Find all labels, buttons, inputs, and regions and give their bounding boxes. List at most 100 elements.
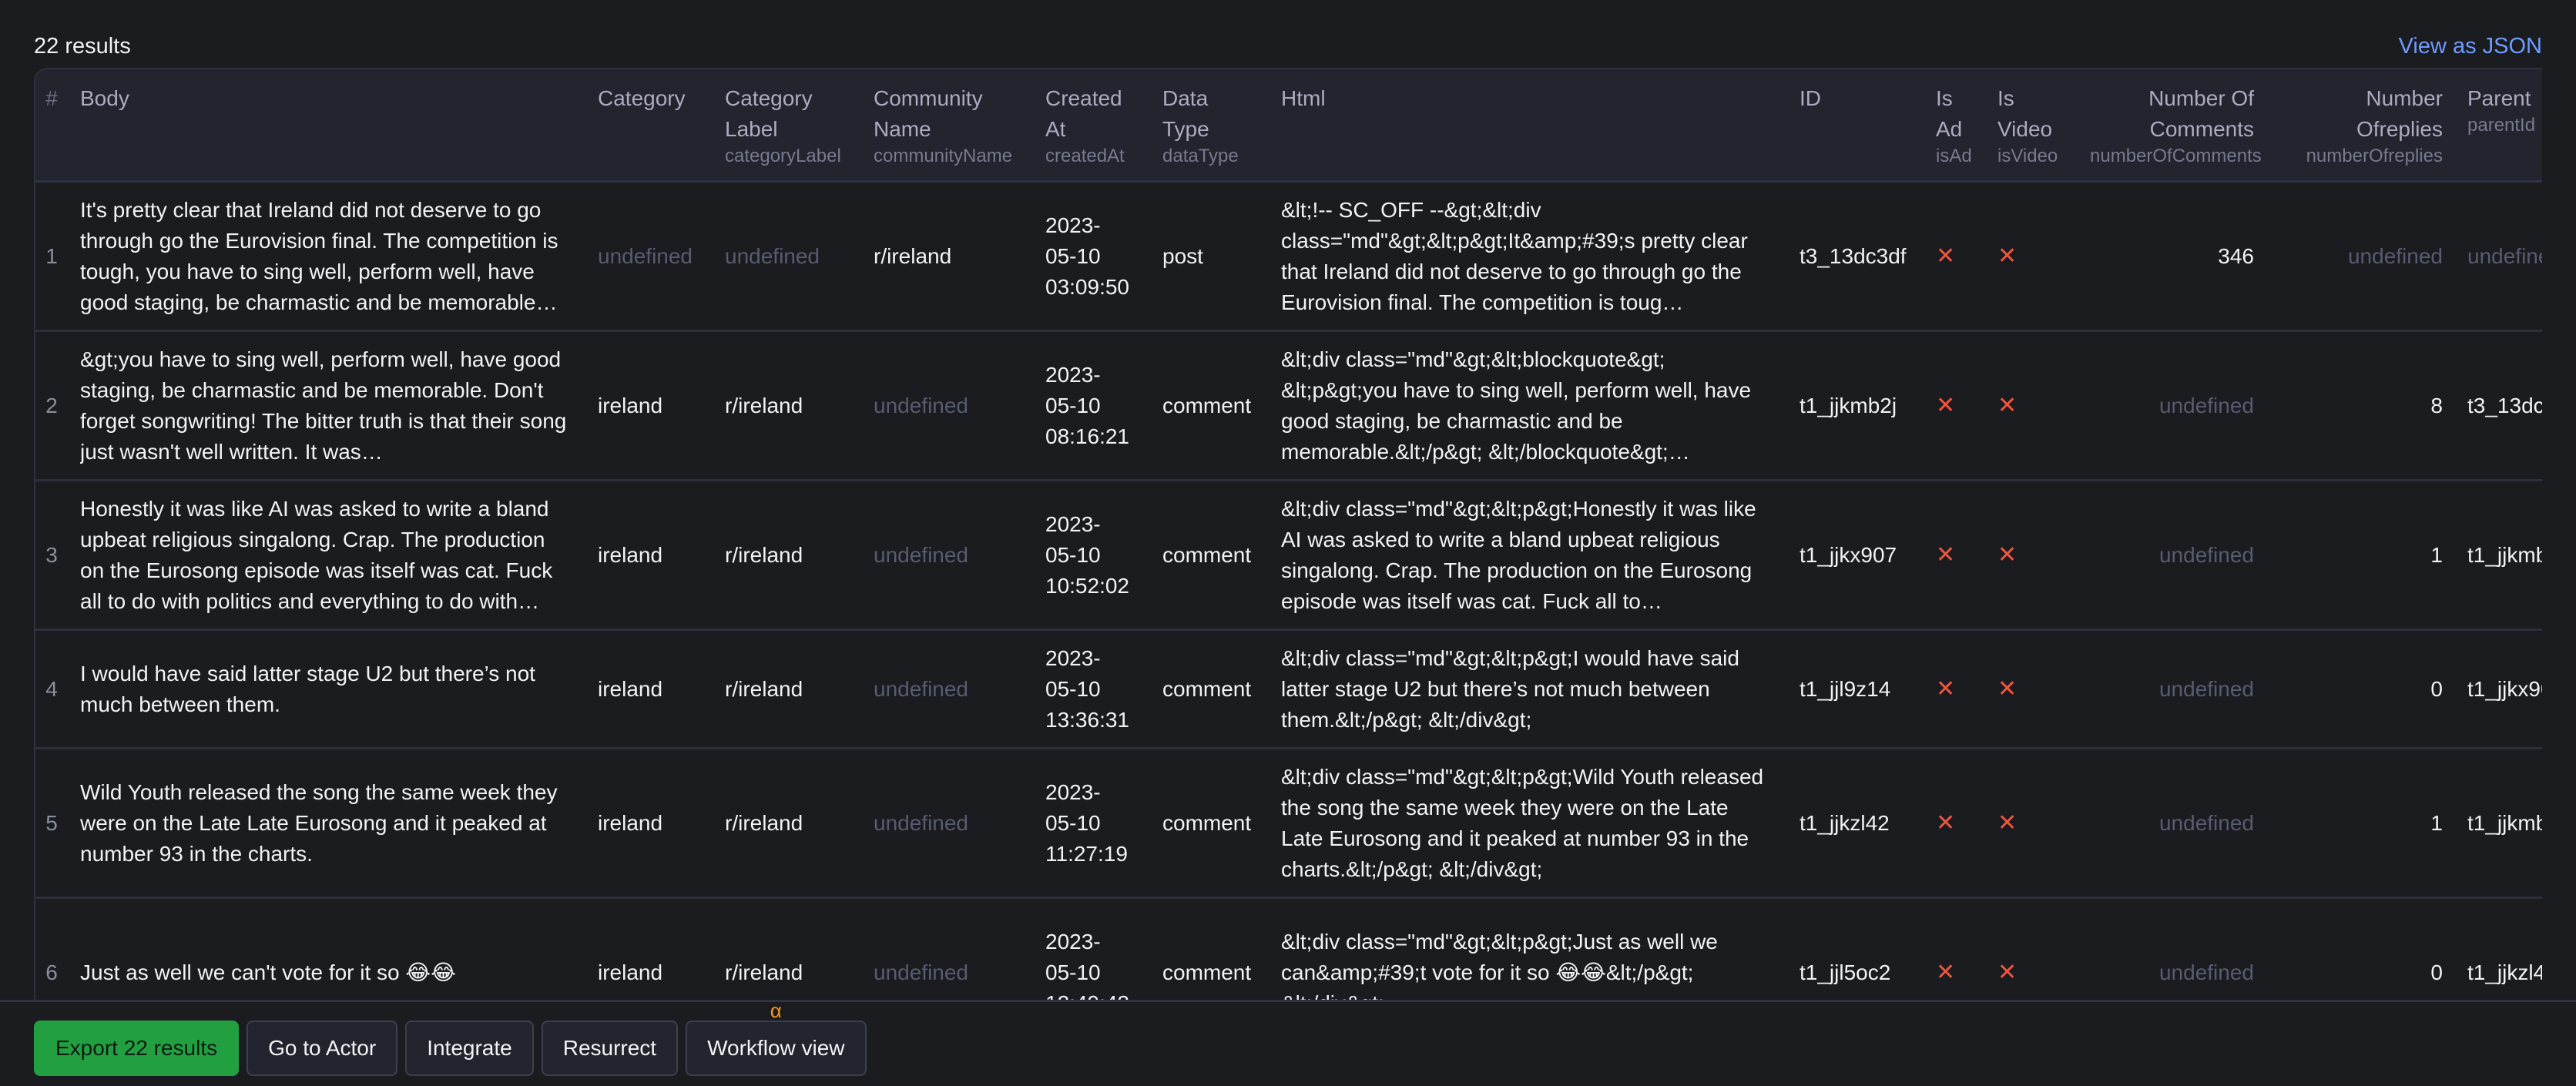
row-index: 4 (35, 629, 68, 749)
column-key: numberOfComments (2090, 146, 2262, 166)
body-cell: Wild Youth released the song the same we… (68, 748, 585, 899)
column-label: Html (1281, 86, 1326, 110)
category-cell: undefined (585, 181, 713, 332)
number-of-replies-cell: 0 (2266, 897, 2455, 1001)
created-at-cell: 2023-05-1012:49:42 (1033, 897, 1150, 1001)
parent-id-cell: t1_jjkx907 (2455, 629, 2542, 749)
html-cell: &lt;div class="md"&gt;&lt;p&gt;Just as w… (1269, 897, 1787, 1002)
created-at-line: 2023- (1045, 511, 1101, 536)
created-at-text: 2023- 05-10 03:09:50 (1045, 210, 1139, 303)
id-cell: t1_jjl5oc2 (1787, 897, 1924, 1001)
table-row[interactable]: 4I would have said latter stage U2 but t… (35, 629, 2542, 749)
created-at-cell: 2023- 05-10 08:16:21 (1033, 330, 1150, 481)
html-cell-text: &lt;div class="md"&gt;&lt;p&gt;Wild Yout… (1281, 764, 1764, 881)
data-type-cell: comment (1150, 480, 1269, 631)
row-index: 2 (35, 330, 68, 481)
integrate-button[interactable]: Integrate (405, 1021, 534, 1076)
category-cell: ireland (585, 897, 713, 1001)
number-of-comments-cell: undefined (2078, 330, 2266, 481)
html-cell: &lt;div class="md"&gt;&lt;blockquote&gt;… (1269, 330, 1787, 481)
created-at-text: 2023- 05-10 08:16:21 (1045, 360, 1139, 452)
workflow-view-button[interactable]: α Workflow view (686, 999, 867, 1076)
false-x-icon: ✕ (1936, 243, 1956, 269)
false-x-icon: ✕ (1997, 541, 2018, 568)
table-row[interactable]: 1 It's pretty clear that Ireland did not … (35, 181, 2542, 332)
body-cell-text: &gt;you have to sing well, perform well,… (80, 347, 567, 464)
column-key: createdAt (1045, 146, 1125, 166)
column-header-createdat[interactable]: Created At createdAt (1033, 69, 1150, 183)
column-label: Number Of Comments (2148, 86, 2254, 141)
go-to-actor-button[interactable]: Go to Actor (247, 1021, 398, 1076)
created-at-line: 2023- (1045, 645, 1101, 670)
created-at-cell: 2023- 05-10 10:52:02 (1033, 480, 1150, 631)
export-results-button[interactable]: Export 22 results (34, 1021, 240, 1076)
column-label: Parent (2467, 86, 2531, 110)
results-header: 22 results View as JSON (34, 31, 2542, 62)
category-label-cell: r/ireland (713, 629, 861, 749)
column-label: # (45, 86, 58, 110)
body-cell: I would have said latter stage U2 but th… (68, 629, 585, 749)
column-label: Number Ofreplies (2356, 86, 2443, 141)
html-cell-text: &lt;div class="md"&gt;&lt;blockquote&gt;… (1281, 347, 1752, 464)
table-header-row: # Body Category Category Label categoryLabel… (35, 69, 2542, 183)
column-header-numberofreplies[interactable]: Number Ofreplies numberOfreplies (2266, 69, 2455, 183)
column-header-categorylabel[interactable]: Category Label categoryLabel (713, 69, 861, 183)
false-x-icon: ✕ (1936, 959, 1956, 985)
is-video-cell: ✕ (1985, 181, 2078, 332)
body-cell-text: Honestly it was like AI was asked to wri… (80, 496, 553, 613)
table-row[interactable]: 2 &gt;you have to sing well, perform well… (35, 330, 2542, 481)
column-label: Category (598, 86, 686, 110)
is-ad-cell: ✕ (1924, 629, 1985, 749)
column-header-communityname[interactable]: Community Name communityName (861, 69, 1033, 183)
id-cell: t1_jjl9z14 (1787, 629, 1924, 749)
created-at-text: 2023- 05-10 13:36:31 (1045, 643, 1139, 736)
column-header-html[interactable]: Html (1269, 69, 1787, 183)
column-header-datatype[interactable]: Data Type dataType (1150, 69, 1269, 183)
table-row[interactable]: 3 Honestly it was like AI was asked to wr… (35, 480, 2542, 631)
created-at-line: 2023- (1045, 929, 1101, 954)
body-cell: It's pretty clear that Ireland did not d… (68, 181, 585, 332)
column-key: isAd (1936, 146, 1972, 166)
table-row[interactable]: 5 Wild Youth released the song the same w… (35, 748, 2542, 899)
body-cell-text: I would have said latter stage U2 but th… (80, 661, 535, 716)
created-at-line: 10:52:02 (1045, 573, 1129, 598)
column-header-isad[interactable]: Is Ad isAd (1924, 69, 1985, 183)
table-row[interactable]: 6 Just as well we can't vote for it so 😂😂… (35, 897, 2542, 1002)
column-label: Is Ad (1936, 86, 1963, 141)
row-index: 5 (35, 748, 68, 899)
row-index: 1 (35, 181, 68, 332)
community-name-cell: undefined (861, 330, 1033, 481)
results-table-container[interactable]: # Body Category Category Label categoryLabel… (34, 68, 2542, 1001)
created-at-line: 2023- (1045, 779, 1101, 804)
bottom-action-bar: Export 22 results Go to Actor Integrate … (0, 999, 2576, 1086)
false-x-icon: ✕ (1936, 675, 1956, 702)
category-cell: ireland (585, 629, 713, 749)
created-at-line: 2023- (1045, 362, 1101, 387)
column-header-isvideo[interactable]: Is Video isVideo (1985, 69, 2078, 183)
column-header-id[interactable]: ID (1787, 69, 1924, 183)
parent-id-cell: t3_13dc3df (2455, 330, 2542, 481)
column-header-numberofcomments[interactable]: Number Of Comments numberOfComments (2078, 69, 2266, 183)
parent-id-cell: t1_jjkmb2j (2455, 480, 2542, 631)
html-cell: &lt;div class="md"&gt;&lt;p&gt;Honestly … (1269, 480, 1787, 631)
body-cell-text: Just as well we can't vote for it so 😂😂 (80, 960, 456, 984)
resurrect-button[interactable]: Resurrect (541, 1021, 679, 1076)
created-at-text: 2023- 05-10 10:52:02 (1045, 509, 1139, 602)
column-header-index[interactable]: # (35, 69, 68, 183)
view-as-json-link[interactable]: View as JSON (2399, 34, 2542, 59)
false-x-icon: ✕ (1997, 809, 2018, 836)
data-type-cell: comment (1150, 748, 1269, 899)
results-count: 22 results (34, 33, 131, 59)
column-key: numberOfreplies (2306, 146, 2443, 166)
column-header-category[interactable]: Category (585, 69, 713, 183)
category-cell: ireland (585, 480, 713, 631)
category-label-cell: r/ireland (713, 330, 861, 481)
column-header-parentid[interactable]: Parent parentId (2455, 69, 2542, 183)
html-cell-text: &lt;div class="md"&gt;&lt;p&gt;Just as w… (1281, 929, 1718, 1002)
column-header-body[interactable]: Body (68, 69, 585, 183)
false-x-icon: ✕ (1997, 243, 2018, 269)
created-at-line: 05-10 (1045, 393, 1101, 417)
created-at-line: 2023- (1045, 213, 1101, 237)
created-at-line: 05-10 (1045, 542, 1101, 567)
is-video-cell: ✕ (1985, 330, 2078, 481)
